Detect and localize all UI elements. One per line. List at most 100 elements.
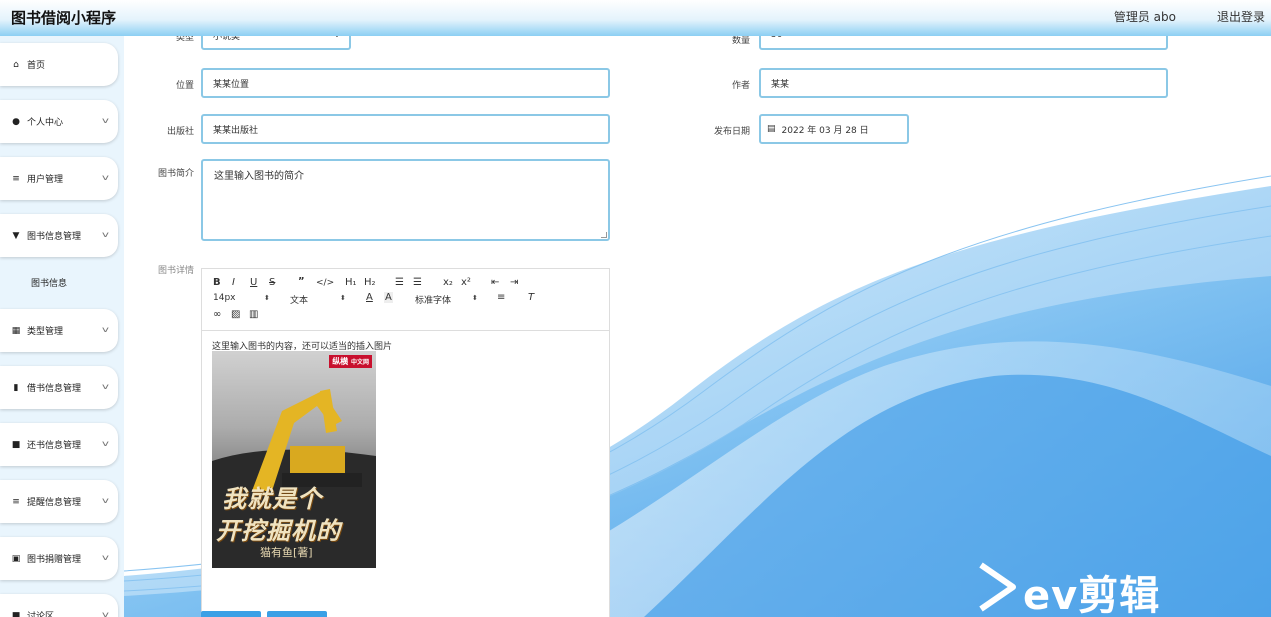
publisher-badge-sub: 中文网: [350, 359, 369, 366]
sidebar-item-discussion[interactable]: ■ 讨论区 v: [0, 594, 118, 617]
outdent-icon[interactable]: ⇤: [491, 277, 499, 288]
indent-icon[interactable]: ⇥: [510, 277, 518, 288]
select-arrows-icon: ⬍: [340, 294, 346, 302]
font-size-select[interactable]: 14px: [213, 293, 236, 303]
watermark-text: ev剪辑: [1023, 573, 1161, 617]
author-label: 作者: [731, 81, 750, 91]
sidebar-item-label: 提醒信息管理: [27, 498, 82, 508]
cover-author: 猫有鱼[著]: [260, 546, 313, 559]
publish-date-picker[interactable]: ▤ 2022 年 03 月 28 日: [759, 114, 909, 144]
chevron-down-icon: v: [102, 230, 110, 239]
code-icon[interactable]: </>: [316, 278, 334, 288]
font-color-icon[interactable]: A: [366, 292, 373, 303]
underline-icon[interactable]: U: [250, 277, 257, 288]
publisher-badge: 纵横: [332, 357, 349, 366]
user-icon: ●: [12, 116, 20, 127]
heading2-icon[interactable]: H₂: [364, 277, 376, 288]
font-family-select[interactable]: 标准字体: [415, 293, 451, 306]
rich-text-editor: B I U S ” </> H₁ H₂ ☰ ☰ x₂ x² ⇤ ⇥ 14px ⬍…: [201, 268, 610, 617]
chevron-down-icon: v: [102, 116, 110, 125]
video-icon[interactable]: ▥: [249, 309, 258, 320]
cover-title-line1: 我就是个: [222, 485, 322, 513]
sidebar-item-label: 图书捐赠管理: [27, 555, 82, 565]
heading1-icon[interactable]: H₁: [345, 277, 357, 288]
author-value: 某某: [771, 79, 790, 90]
quote-icon[interactable]: ”: [298, 276, 305, 287]
sidebar-item-label: 个人中心: [27, 118, 64, 128]
resize-handle[interactable]: [601, 232, 607, 238]
sidebar: ⌂ 首页 ● 个人中心 v ≡ 用户管理 v ▼ 图书信息管理 v 图书信息 ▦…: [0, 36, 124, 617]
italic-icon[interactable]: I: [232, 277, 235, 288]
select-arrows-icon: ⬍: [264, 294, 270, 302]
chevron-down-icon: v: [102, 382, 110, 391]
sidebar-item-label: 讨论区: [27, 612, 55, 617]
editor-toolbar: B I U S ” </> H₁ H₂ ☰ ☰ x₂ x² ⇤ ⇥ 14px ⬍…: [202, 269, 609, 331]
sidebar-subitem-book-info[interactable]: 图书信息: [0, 265, 118, 299]
chevron-down-icon: v: [102, 496, 110, 505]
align-icon[interactable]: ≡: [497, 292, 505, 303]
publisher-value: 某某出版社: [213, 125, 259, 136]
logout-link[interactable]: 退出登录: [1217, 8, 1265, 25]
intro-label: 图书简介: [157, 169, 194, 179]
list-icon: ≡: [12, 496, 20, 507]
image-icon[interactable]: ▨: [231, 309, 240, 320]
publish-date-label: 发布日期: [713, 127, 750, 137]
background-color-icon[interactable]: A: [384, 292, 393, 303]
sidebar-item-user-management[interactable]: ≡ 用户管理 v: [0, 157, 118, 200]
book-edit-form: 类型 小说类 v 数量 50 位置 某某位置 作者 某某 出版社 某某出版社 发…: [124, 20, 1271, 617]
paragraph-select[interactable]: 文本: [290, 293, 308, 306]
location-value: 某某位置: [213, 79, 250, 90]
link-icon[interactable]: ∞: [213, 309, 221, 320]
play-logo-icon: [979, 562, 1016, 612]
sidebar-item-type-management[interactable]: ▦ 类型管理 v: [0, 309, 118, 352]
sidebar-item-label: 图书信息管理: [27, 232, 82, 242]
select-arrows-icon: ⬍: [472, 294, 478, 302]
sidebar-item-donation-management[interactable]: ▣ 图书捐赠管理 v: [0, 537, 118, 580]
location-input[interactable]: 某某位置: [201, 68, 610, 98]
app-header: 图书借阅小程序 管理员 abo 退出登录: [0, 0, 1271, 36]
ordered-list-icon[interactable]: ☰: [395, 277, 404, 288]
subscript-icon[interactable]: x₂: [443, 277, 453, 288]
sidebar-item-borrow-management[interactable]: ▮ 借书信息管理 v: [0, 366, 118, 409]
app-title: 图书借阅小程序: [11, 9, 117, 27]
cover-title-line2: 开挖掘机的: [216, 517, 341, 545]
publisher-input[interactable]: 某某出版社: [201, 114, 610, 144]
chevron-down-icon: v: [102, 439, 110, 448]
bar-chart-icon: ▮: [13, 382, 19, 393]
home-icon: ⌂: [13, 59, 19, 70]
clear-format-icon[interactable]: T: [528, 292, 534, 303]
chevron-down-icon: v: [102, 325, 110, 334]
book-cover-image: 纵横 中文网 我就是个 开挖掘机的 猫有鱼[著]: [212, 351, 376, 568]
chevron-down-icon: v: [102, 173, 110, 182]
bullet-list-icon[interactable]: ☰: [413, 277, 422, 288]
publisher-label: 出版社: [166, 127, 194, 137]
bold-icon[interactable]: B: [213, 277, 221, 288]
chevron-down-icon: v: [102, 553, 110, 562]
submit-button[interactable]: [201, 611, 261, 617]
sidebar-item-label: 首页: [27, 61, 46, 71]
sidebar-item-personal-center[interactable]: ● 个人中心 v: [0, 100, 118, 143]
sidebar-item-label: 类型管理: [27, 327, 64, 337]
book-icon: ▼: [12, 230, 20, 241]
superscript-icon[interactable]: x²: [461, 277, 471, 288]
intro-textarea[interactable]: 这里输入图书的简介: [201, 159, 610, 241]
current-user: 管理员 abo: [1113, 10, 1176, 24]
sidebar-item-book-info-management[interactable]: ▼ 图书信息管理 v: [0, 214, 118, 257]
publish-date-value: 2022 年 03 月 28 日: [781, 125, 869, 136]
author-input[interactable]: 某某: [759, 68, 1168, 98]
sidebar-item-label: 借书信息管理: [27, 384, 82, 394]
sidebar-item-label: 还书信息管理: [27, 441, 82, 451]
sidebar-item-home[interactable]: ⌂ 首页: [0, 43, 118, 86]
video-watermark: ev剪辑: [975, 557, 1235, 617]
return-icon: ■: [11, 439, 21, 450]
cancel-button[interactable]: [267, 611, 327, 617]
sidebar-item-reminder-management[interactable]: ≡ 提醒信息管理 v: [0, 480, 118, 523]
clipboard-icon: ▣: [11, 553, 21, 564]
calendar-icon: ▤: [767, 124, 776, 134]
strike-icon[interactable]: S: [269, 277, 275, 288]
sidebar-item-label: 用户管理: [27, 175, 64, 185]
grid-icon: ▦: [11, 325, 21, 336]
menu-icon: ≡: [12, 173, 20, 184]
sidebar-item-return-management[interactable]: ■ 还书信息管理 v: [0, 423, 118, 466]
location-label: 位置: [175, 81, 194, 91]
